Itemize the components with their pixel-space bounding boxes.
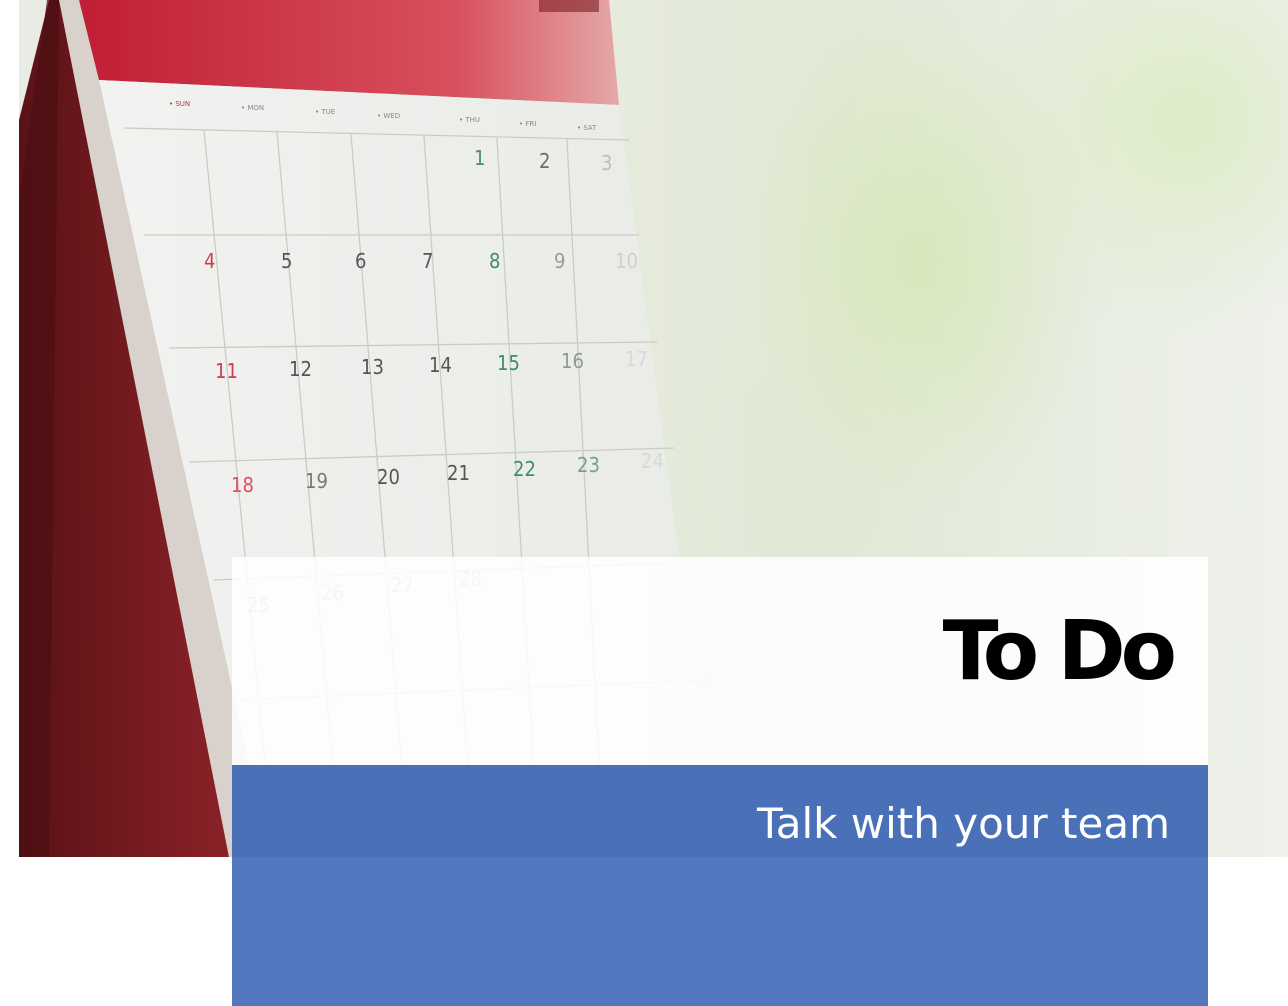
slide: • SUN • MON • TUE • WED • THU • FRI • SA… (0, 0, 1288, 1006)
slide-title: To Do (942, 604, 1177, 699)
weekday-label: • TUE (315, 108, 335, 116)
calendar-day: 7 (422, 249, 433, 273)
subtitle-panel: Talk with your team (232, 765, 1208, 1006)
calendar-day: 23 (577, 453, 600, 477)
calendar-day: 8 (489, 249, 500, 273)
calendar-day: 1 (474, 146, 485, 170)
weekday-label: • FRI (519, 120, 536, 128)
calendar-day: 24 (641, 449, 664, 473)
calendar-day: 3 (601, 151, 612, 175)
calendar-day: 16 (561, 349, 584, 373)
calendar-day: 11 (215, 359, 238, 383)
calendar-day: 15 (497, 351, 520, 375)
calendar-day: 9 (554, 249, 565, 273)
calendar-day: 13 (361, 355, 384, 379)
calendar-day: 14 (429, 353, 452, 377)
calendar-day: 5 (281, 249, 292, 273)
weekday-label: • SAT (577, 124, 597, 132)
calendar-day: 19 (305, 469, 328, 493)
calendar-day: 10 (615, 249, 638, 273)
weekday-label: • SUN (169, 100, 190, 108)
calendar-day: 21 (447, 461, 470, 485)
slide-subtitle: Talk with your team (757, 799, 1170, 848)
calendar-day: 12 (289, 357, 312, 381)
weekday-label: • MON (241, 104, 264, 112)
title-panel: To Do (232, 557, 1208, 765)
calendar-day: 22 (513, 457, 536, 481)
calendar-day: 17 (625, 347, 648, 371)
calendar-day: 6 (355, 249, 366, 273)
calendar-day: 18 (231, 473, 254, 497)
calendar-day: 4 (204, 249, 215, 273)
weekday-label: • THU (459, 116, 480, 124)
calendar-day: 2 (539, 149, 550, 173)
calendar-day: 20 (377, 465, 400, 489)
weekday-label: • WED (377, 112, 400, 120)
